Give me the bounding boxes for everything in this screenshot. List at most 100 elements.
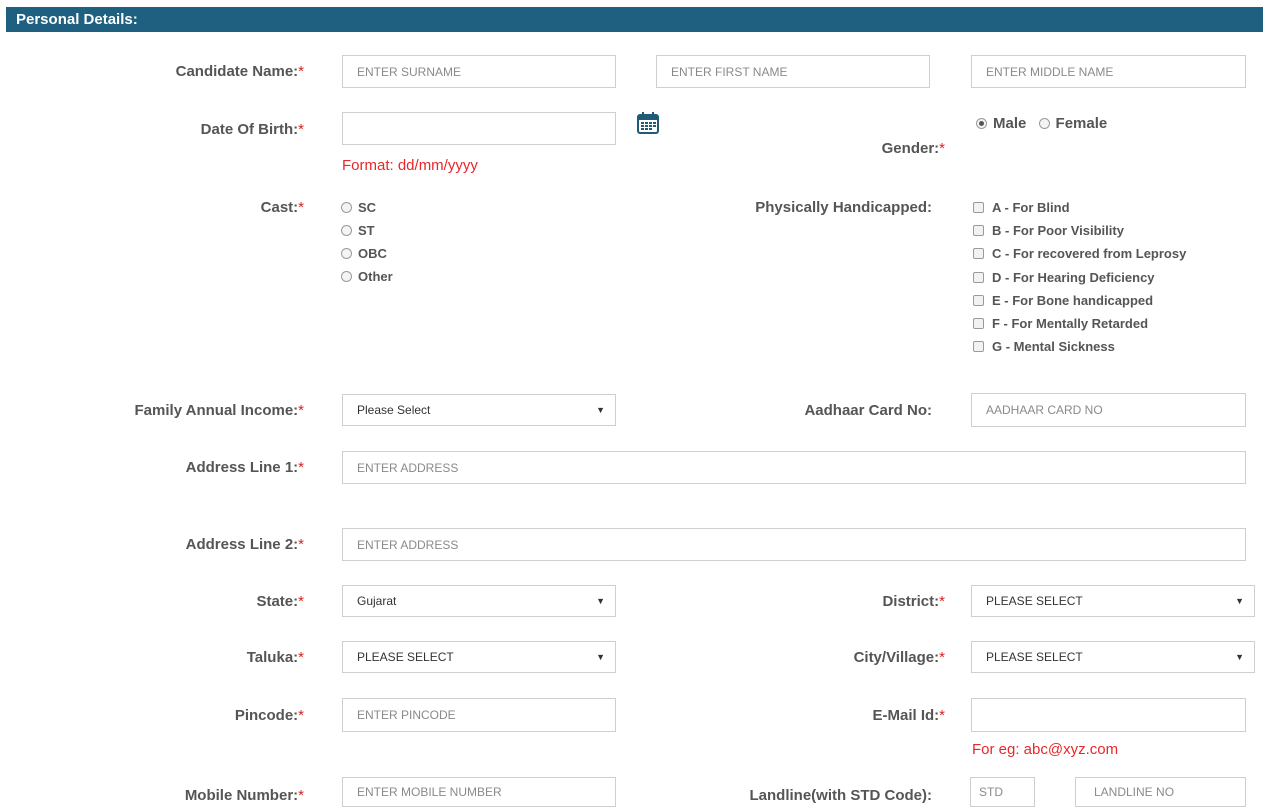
aadhaar-input[interactable] <box>971 393 1246 427</box>
email-label: E-Mail Id:* <box>872 707 945 724</box>
required-mark: * <box>298 402 304 419</box>
select-value: PLEASE SELECT <box>986 594 1083 608</box>
district-select[interactable]: PLEASE SELECT ▼ <box>971 585 1255 617</box>
landline-label: Landline(with STD Code): <box>750 787 932 804</box>
cast-option-sc[interactable]: SC <box>341 196 393 219</box>
radio-icon[interactable] <box>341 202 352 213</box>
middle-name-input[interactable] <box>971 55 1246 88</box>
checkbox-icon[interactable] <box>973 272 984 283</box>
checkbox-icon[interactable] <box>973 295 984 306</box>
mobile-input[interactable] <box>342 777 616 807</box>
std-code-input[interactable] <box>970 777 1035 807</box>
checkbox-icon[interactable] <box>973 248 984 259</box>
state-select[interactable]: Gujarat ▼ <box>342 585 616 617</box>
radio-icon[interactable] <box>976 118 987 129</box>
district-label: District:* <box>882 593 945 610</box>
cast-option-other[interactable]: Other <box>341 265 393 288</box>
select-value: Gujarat <box>357 594 397 608</box>
state-label: State:* <box>256 593 304 610</box>
pincode-input[interactable] <box>342 698 616 732</box>
section-header: Personal Details: <box>6 7 1263 32</box>
gender-label: Gender:* <box>882 140 945 157</box>
dob-input[interactable] <box>342 112 616 145</box>
required-mark: * <box>939 593 945 610</box>
label-text: Aadhaar Card No: <box>804 402 932 419</box>
handicap-option-label: E - For Bone handicapped <box>992 293 1154 308</box>
checkbox-icon[interactable] <box>973 318 984 329</box>
select-value: Please Select <box>357 403 431 417</box>
label-text: Gender: <box>881 140 940 157</box>
dob-label: Date Of Birth:* <box>201 121 304 138</box>
label-text: E-Mail Id: <box>872 707 940 724</box>
label-text: Physically Handicapped: <box>755 199 932 216</box>
candidate-name-label: Candidate Name:* <box>176 63 304 80</box>
handicap-option-a[interactable]: A - For Blind <box>973 196 1233 219</box>
address-line2-input[interactable] <box>342 528 1246 561</box>
label-text: Taluka: <box>246 649 299 666</box>
required-mark: * <box>298 121 304 138</box>
radio-icon[interactable] <box>341 248 352 259</box>
calendar-icon[interactable] <box>637 112 659 134</box>
handicap-option-c[interactable]: C - For recovered from Leprosy <box>973 244 1207 264</box>
landline-input[interactable] <box>1075 777 1246 807</box>
handicap-option-label: C - For recovered from Leprosy <box>992 246 1187 261</box>
required-mark: * <box>939 140 945 157</box>
required-mark: * <box>939 649 945 666</box>
label-text: Family Annual Income: <box>134 402 299 419</box>
label-text: State: <box>256 593 299 610</box>
income-select[interactable]: Please Select ▼ <box>342 394 616 426</box>
gender-female-radio[interactable]: Female <box>1038 115 1107 132</box>
handicap-option-f[interactable]: F - For Mentally Retarded <box>973 312 1233 335</box>
required-mark: * <box>298 536 304 553</box>
radio-icon[interactable] <box>1038 118 1050 129</box>
required-mark: * <box>298 787 304 804</box>
handicap-option-b[interactable]: B - For Poor Visibility <box>973 219 1233 242</box>
chevron-down-icon: ▼ <box>1235 596 1244 606</box>
email-example-hint: For eg: abc@xyz.com <box>972 741 1119 758</box>
taluka-select[interactable]: PLEASE SELECT ▼ <box>342 641 616 673</box>
radio-icon[interactable] <box>341 271 352 282</box>
cast-option-obc[interactable]: OBC <box>341 242 393 265</box>
cast-option-label: ST <box>358 223 375 238</box>
label-text: Address Line 2: <box>185 536 299 553</box>
handicap-option-g[interactable]: G - Mental Sickness <box>973 335 1233 358</box>
handicap-option-e[interactable]: E - For Bone handicapped <box>973 289 1233 312</box>
label-text: District: <box>882 593 940 610</box>
email-input[interactable] <box>971 698 1246 732</box>
gender-male-radio[interactable]: Male <box>976 115 1026 132</box>
handicap-option-d[interactable]: D - For Hearing Deficiency <box>973 266 1233 289</box>
income-label: Family Annual Income:* <box>135 402 304 419</box>
address-line1-input[interactable] <box>342 451 1246 484</box>
radio-icon[interactable] <box>341 225 352 236</box>
handicap-options: A - For Blind B - For Poor Visibility C … <box>973 196 1233 358</box>
handicap-option-label: G - Mental Sickness <box>992 339 1115 354</box>
required-mark: * <box>298 649 304 666</box>
checkbox-icon[interactable] <box>973 341 984 352</box>
checkbox-icon[interactable] <box>973 202 984 213</box>
checkbox-icon[interactable] <box>973 225 984 236</box>
chevron-down-icon: ▼ <box>596 652 605 662</box>
chevron-down-icon: ▼ <box>1235 652 1244 662</box>
cast-option-label: Other <box>358 269 393 284</box>
mobile-label: Mobile Number:* <box>185 787 304 804</box>
label-text: Date Of Birth: <box>200 121 299 138</box>
cast-option-st[interactable]: ST <box>341 219 393 242</box>
required-mark: * <box>298 459 304 476</box>
label-text: Landline(with STD Code): <box>749 787 932 804</box>
address1-label: Address Line 1:* <box>186 459 304 476</box>
first-name-input[interactable] <box>656 55 930 88</box>
surname-input[interactable] <box>342 55 616 88</box>
handicap-option-label: D - For Hearing Deficiency <box>992 270 1155 285</box>
select-value: PLEASE SELECT <box>986 650 1083 664</box>
city-label: City/Village:* <box>854 649 945 666</box>
gender-options: Male Female <box>976 112 1107 135</box>
label-text: Mobile Number: <box>184 787 299 804</box>
address2-label: Address Line 2:* <box>186 536 304 553</box>
handicapped-label: Physically Handicapped: <box>755 199 932 216</box>
handicap-option-label: B - For Poor Visibility <box>992 223 1124 238</box>
label-text: Pincode: <box>234 707 299 724</box>
handicap-option-label: A - For Blind <box>992 200 1070 215</box>
label-text: Cast: <box>260 199 299 216</box>
city-select[interactable]: PLEASE SELECT ▼ <box>971 641 1255 673</box>
gender-male-label: Male <box>993 115 1027 132</box>
